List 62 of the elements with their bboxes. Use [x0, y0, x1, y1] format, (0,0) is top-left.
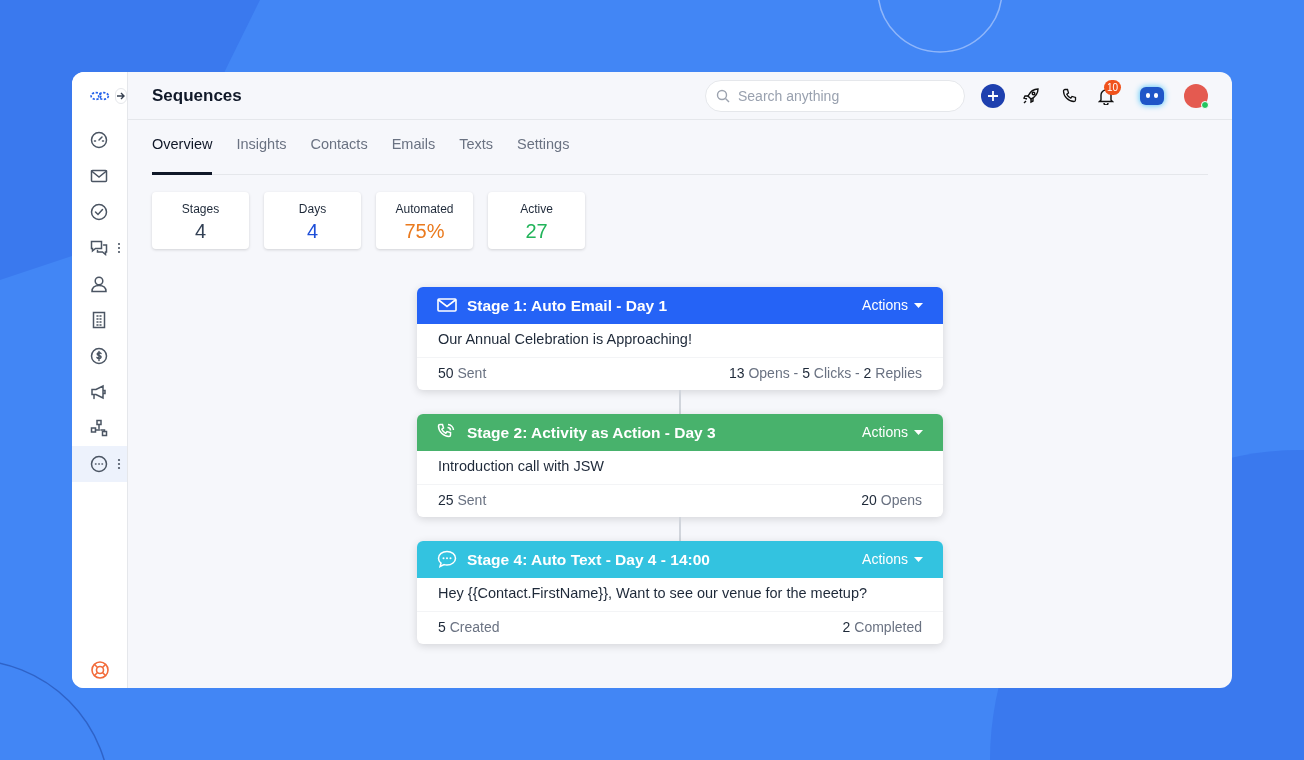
stat-label: Days: [298, 200, 327, 218]
bot-icon[interactable]: [1140, 86, 1164, 105]
expand-button[interactable]: [114, 88, 127, 104]
menu-dots-icon[interactable]: [117, 242, 121, 254]
search-field[interactable]: Search anything: [705, 79, 965, 112]
stage-message: Our Annual Celebration is Approaching!: [417, 323, 943, 358]
stat-label: Stages: [181, 200, 220, 218]
tab[interactable]: Settings: [517, 134, 570, 175]
stage-stat: 50 Sent: [438, 364, 487, 384]
arrow-right-icon: [115, 92, 126, 100]
tab[interactable]: Emails: [391, 134, 436, 175]
stage-title: Stage 1: Auto Email - Day 1: [467, 295, 668, 316]
campaign-icon: [90, 383, 108, 401]
stat-value: 75%: [404, 218, 445, 244]
company-icon: [90, 311, 108, 329]
chat-icon: [90, 239, 108, 257]
stat-value: 4: [306, 218, 319, 244]
avatar[interactable]: [1184, 83, 1208, 108]
tab[interactable]: Insights: [236, 134, 287, 175]
deals-icon: [90, 347, 108, 365]
actions-dropdown[interactable]: Actions: [862, 421, 923, 443]
more-icon: [90, 455, 108, 473]
mail-icon: [90, 167, 108, 185]
add-button[interactable]: [981, 83, 1005, 108]
contact-icon: [90, 275, 108, 293]
logo-icon: [90, 89, 110, 103]
connector-line: [679, 516, 681, 541]
tasks-icon: [90, 203, 108, 221]
search-icon: [716, 88, 730, 103]
menu-dots-icon[interactable]: [117, 458, 121, 470]
workflow-icon: [90, 419, 108, 437]
chat-bubble-icon: [437, 550, 457, 569]
tab[interactable]: Overview: [152, 134, 213, 175]
stat-value: 4: [194, 218, 207, 244]
tab[interactable]: Texts: [459, 134, 493, 175]
notification-badge: 10: [1104, 79, 1122, 95]
stage-title: Stage 4: Auto Text - Day 4 - 14:00: [467, 549, 710, 570]
stat-label: Active: [520, 200, 553, 218]
stage-stat: 20 Opens: [861, 491, 922, 511]
rocket-icon[interactable]: [1022, 86, 1040, 105]
page-title: Sequences: [152, 84, 242, 107]
stage-message: Hey {{Contact.FirstName}}, Want to see our venue for the meetup?: [417, 577, 943, 612]
stat-label: Automated: [395, 200, 454, 218]
stat-value: 27: [525, 218, 548, 244]
plus-icon: [987, 89, 999, 102]
envelope-icon: [437, 298, 457, 313]
stage-stat: 2 Completed: [842, 618, 922, 638]
connector-line: [679, 389, 681, 414]
stage-message: Introduction call with JSW: [417, 450, 943, 485]
stage-stat: 5 Created: [438, 618, 500, 638]
lifebuoy-icon[interactable]: [91, 661, 109, 679]
caret-icon: [914, 429, 923, 435]
sidebar-item[interactable]: [72, 446, 127, 482]
stage-title: Stage 2: Activity as Action - Day 3: [467, 422, 716, 443]
dashboard-icon: [90, 131, 108, 149]
caret-icon: [914, 302, 923, 308]
phone-icon[interactable]: [1062, 87, 1078, 104]
stage-stat: 25 Sent: [438, 491, 487, 511]
tab[interactable]: Contacts: [310, 134, 368, 175]
actions-dropdown[interactable]: Actions: [862, 294, 923, 316]
caret-icon: [914, 556, 923, 562]
stage-stat: 13 Opens - 5 Clicks - 2 Replies: [728, 364, 922, 384]
